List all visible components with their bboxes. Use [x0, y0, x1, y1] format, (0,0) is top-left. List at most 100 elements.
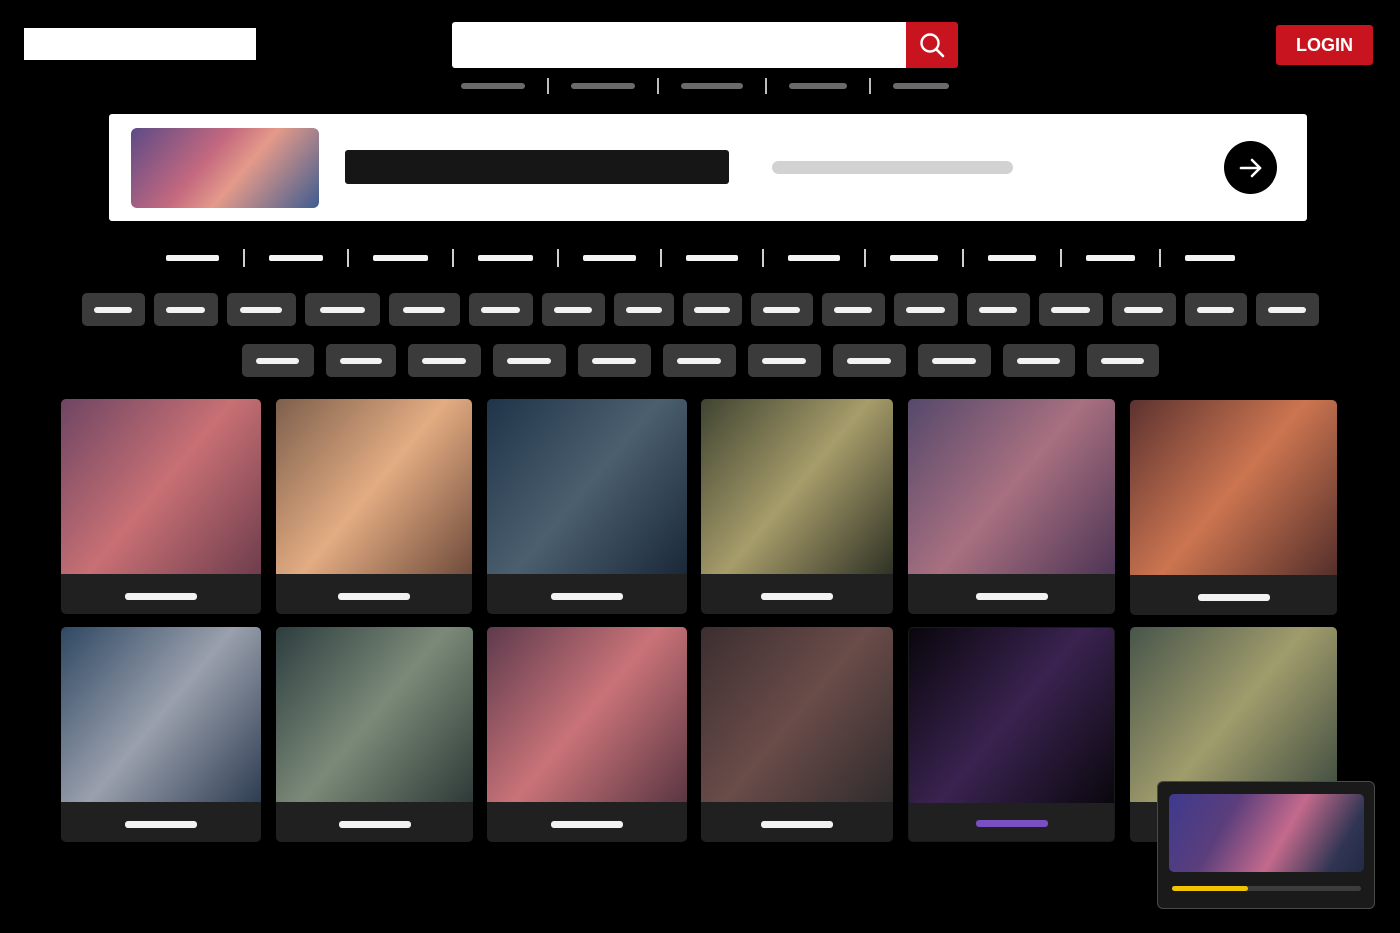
tag-chip[interactable] [577, 344, 651, 377]
video-thumbnail [701, 399, 893, 574]
category-nav-item[interactable] [787, 255, 840, 261]
featured-banner[interactable] [109, 114, 1307, 221]
tag-chip[interactable] [893, 293, 958, 326]
top-nav-item[interactable] [571, 83, 635, 89]
video-thumbnail [487, 627, 687, 802]
video-title [551, 593, 623, 600]
login-button[interactable]: LOGIN [1276, 25, 1373, 65]
tag-chip[interactable] [468, 293, 533, 326]
mini-player-thumbnail [1169, 794, 1364, 872]
top-nav-item[interactable] [893, 83, 949, 89]
category-nav-item[interactable] [582, 255, 636, 261]
nav-divider [761, 249, 764, 267]
video-thumbnail [908, 399, 1115, 574]
tag-chip[interactable] [1002, 344, 1075, 377]
banner-title [345, 150, 729, 184]
tag-chip[interactable] [388, 293, 460, 326]
tag-chip[interactable] [1111, 293, 1176, 326]
video-thumbnail [1130, 627, 1337, 802]
tag-chip[interactable] [750, 293, 813, 326]
category-nav-item[interactable] [987, 255, 1036, 261]
tag-chip[interactable] [821, 293, 885, 326]
tag-chip[interactable] [407, 344, 481, 377]
tag-chip[interactable] [682, 293, 742, 326]
nav-divider [346, 249, 349, 267]
banner-thumbnail [131, 128, 319, 208]
video-card-active[interactable] [908, 627, 1115, 842]
category-nav-item[interactable] [889, 255, 938, 261]
tag-chip[interactable] [1255, 293, 1319, 326]
nav-divider [961, 249, 964, 267]
category-nav-item[interactable] [268, 255, 323, 261]
nav-divider [863, 249, 866, 267]
banner-go-button[interactable] [1224, 141, 1277, 194]
video-title [1197, 594, 1270, 601]
video-card[interactable] [1130, 400, 1337, 615]
category-nav-item[interactable] [372, 255, 428, 261]
video-card[interactable] [487, 627, 687, 842]
video-thumbnail [1130, 400, 1337, 575]
search-button[interactable] [906, 22, 958, 68]
video-card[interactable] [61, 399, 261, 614]
progress-fill [1172, 886, 1248, 891]
top-nav [452, 76, 958, 96]
video-card[interactable] [276, 399, 472, 614]
video-title [975, 820, 1048, 827]
tag-chip[interactable] [325, 344, 396, 377]
video-title [761, 821, 833, 828]
tag-chip[interactable] [304, 293, 380, 326]
search-input[interactable] [452, 22, 906, 68]
video-card[interactable] [487, 399, 687, 614]
tag-chip[interactable] [917, 344, 991, 377]
top-nav-item[interactable] [461, 83, 525, 89]
nav-divider [657, 78, 659, 94]
video-title [338, 593, 410, 600]
top-nav-item[interactable] [681, 83, 743, 89]
nav-divider [869, 78, 871, 94]
tag-chip[interactable] [81, 293, 145, 326]
tag-chip[interactable] [747, 344, 821, 377]
tag-chip[interactable] [1038, 293, 1103, 326]
banner-subtitle [772, 161, 1013, 174]
video-thumbnail [487, 399, 687, 574]
nav-divider [451, 249, 454, 267]
video-card[interactable] [701, 399, 893, 614]
tag-chip[interactable] [492, 344, 566, 377]
video-card[interactable] [701, 627, 893, 842]
video-title [338, 821, 411, 828]
tag-chip[interactable] [832, 344, 906, 377]
video-card[interactable] [276, 627, 473, 842]
progress-bar[interactable] [1172, 886, 1361, 891]
video-card[interactable] [61, 627, 261, 842]
nav-divider [1158, 249, 1161, 267]
video-thumbnail [61, 399, 261, 574]
tag-chip[interactable] [226, 293, 296, 326]
video-thumbnail [276, 399, 472, 574]
tag-chips-row-1 [0, 293, 1400, 326]
nav-divider [556, 249, 559, 267]
nav-divider [765, 78, 767, 94]
nav-divider [1059, 249, 1062, 267]
arrow-right-icon [1239, 158, 1261, 177]
nav-divider [659, 249, 662, 267]
top-nav-item[interactable] [789, 83, 847, 89]
video-card[interactable] [908, 399, 1115, 614]
category-nav-item[interactable] [685, 255, 738, 261]
site-logo[interactable] [24, 28, 256, 60]
tag-chip[interactable] [966, 293, 1030, 326]
category-nav-item[interactable] [1184, 255, 1235, 261]
category-nav-item[interactable] [477, 255, 533, 261]
tag-chip[interactable] [541, 293, 605, 326]
tag-chip[interactable] [1184, 293, 1247, 326]
tag-chip[interactable] [1086, 344, 1159, 377]
video-thumbnail [701, 627, 893, 802]
category-nav-item[interactable] [1085, 255, 1135, 261]
mini-player[interactable] [1157, 781, 1375, 909]
tag-chip[interactable] [662, 344, 736, 377]
tag-chip[interactable] [241, 344, 314, 377]
category-nav [0, 248, 1400, 268]
tag-chip[interactable] [153, 293, 218, 326]
nav-divider [242, 249, 245, 267]
category-nav-item[interactable] [165, 255, 219, 261]
tag-chip[interactable] [613, 293, 674, 326]
